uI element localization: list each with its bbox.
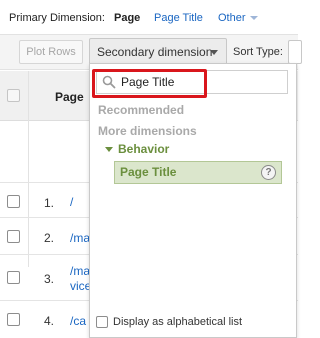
help-icon[interactable]: ? [261,165,276,180]
column-header-page[interactable]: Page [55,90,84,104]
primary-dimension-page-title-link[interactable]: Page Title [154,12,203,24]
row-checkbox[interactable] [7,195,20,208]
other-label: Other [218,12,246,24]
alphabetical-checkbox[interactable] [96,316,108,328]
primary-dimension-other-menu[interactable]: Other [218,12,258,24]
category-label: Behavior [118,142,170,156]
sort-type-label: Sort Type: [233,46,283,58]
secondary-dimension-button[interactable]: Secondary dimension [89,38,227,66]
chevron-down-icon [210,50,218,55]
dimension-search-input[interactable] [121,73,285,91]
plot-rows-button[interactable]: Plot Rows [19,40,83,64]
primary-dimension-label: Primary Dimension: [9,12,105,24]
dimension-option-page-title[interactable]: Page Title ? [114,161,282,184]
row-page-link[interactable]: /ca [70,314,86,329]
row-checkbox[interactable] [7,230,20,243]
more-dimensions-heading: More dimensions [98,124,197,138]
triangle-down-icon [105,147,113,153]
row-checkbox[interactable] [7,313,20,326]
select-all-checkbox[interactable] [7,89,20,102]
primary-dimension-bar: Primary Dimension: Page Page Title Other [0,0,298,36]
sort-type-select[interactable] [288,40,302,64]
primary-dimension-page: Page [114,12,141,24]
chevron-down-icon [249,16,258,21]
dimension-search-box [96,70,288,94]
row-checkbox[interactable] [7,271,20,284]
row-number: 2. [44,231,55,245]
row-page-link[interactable]: / [70,195,73,210]
dimension-option-label: Page Title [120,165,177,179]
alphabetical-label: Display as alphabetical list [113,316,243,328]
row-number: 1. [44,196,55,210]
recommended-heading: Recommended [98,103,185,117]
row-page-link[interactable]: /ma [70,231,90,246]
secondary-dimension-dropdown: Recommended More dimensions Behavior Pag… [89,63,297,338]
category-behavior[interactable]: Behavior [105,142,169,156]
secondary-dimension-label: Secondary dimension [97,45,213,59]
row-number: 4. [44,314,55,328]
row-number: 3. [44,272,55,286]
search-icon [102,75,116,89]
